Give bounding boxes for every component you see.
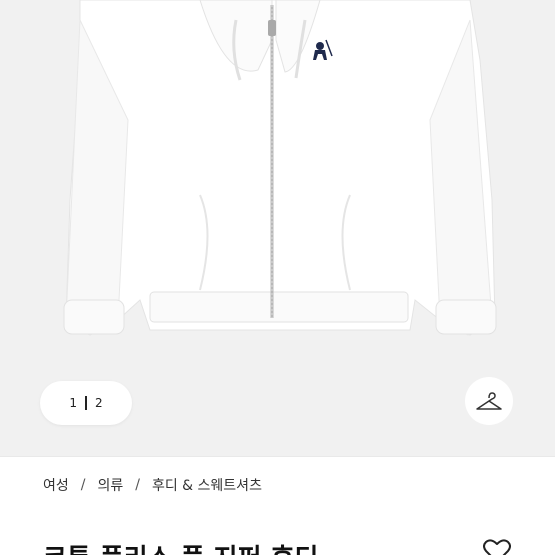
pager-current: 1 bbox=[69, 396, 77, 410]
zipper-pull bbox=[268, 20, 276, 36]
pager-separator bbox=[85, 396, 87, 410]
breadcrumb-item-women[interactable]: 여성 bbox=[43, 475, 69, 495]
section-divider bbox=[0, 456, 555, 457]
breadcrumb-separator: / bbox=[135, 477, 140, 493]
product-image[interactable]: 1 2 bbox=[0, 0, 555, 456]
hanger-icon bbox=[476, 392, 502, 410]
title-row: 코튼 플리스 풀 지퍼 후디 bbox=[0, 538, 555, 555]
breadcrumb: 여성 / 의류 / 후디 & 스웨트셔츠 bbox=[43, 475, 262, 495]
breadcrumb-item-clothing[interactable]: 의류 bbox=[97, 475, 123, 495]
wishlist-button[interactable] bbox=[483, 538, 511, 555]
heart-icon bbox=[483, 539, 511, 555]
hanger-button[interactable] bbox=[465, 377, 513, 425]
image-pager[interactable]: 1 2 bbox=[40, 381, 132, 425]
product-title: 코튼 플리스 풀 지퍼 후디 bbox=[43, 538, 318, 555]
pager-total: 2 bbox=[95, 396, 103, 410]
breadcrumb-separator: / bbox=[80, 477, 86, 493]
breadcrumb-item-hoodies[interactable]: 후디 & 스웨트셔츠 bbox=[152, 475, 262, 495]
